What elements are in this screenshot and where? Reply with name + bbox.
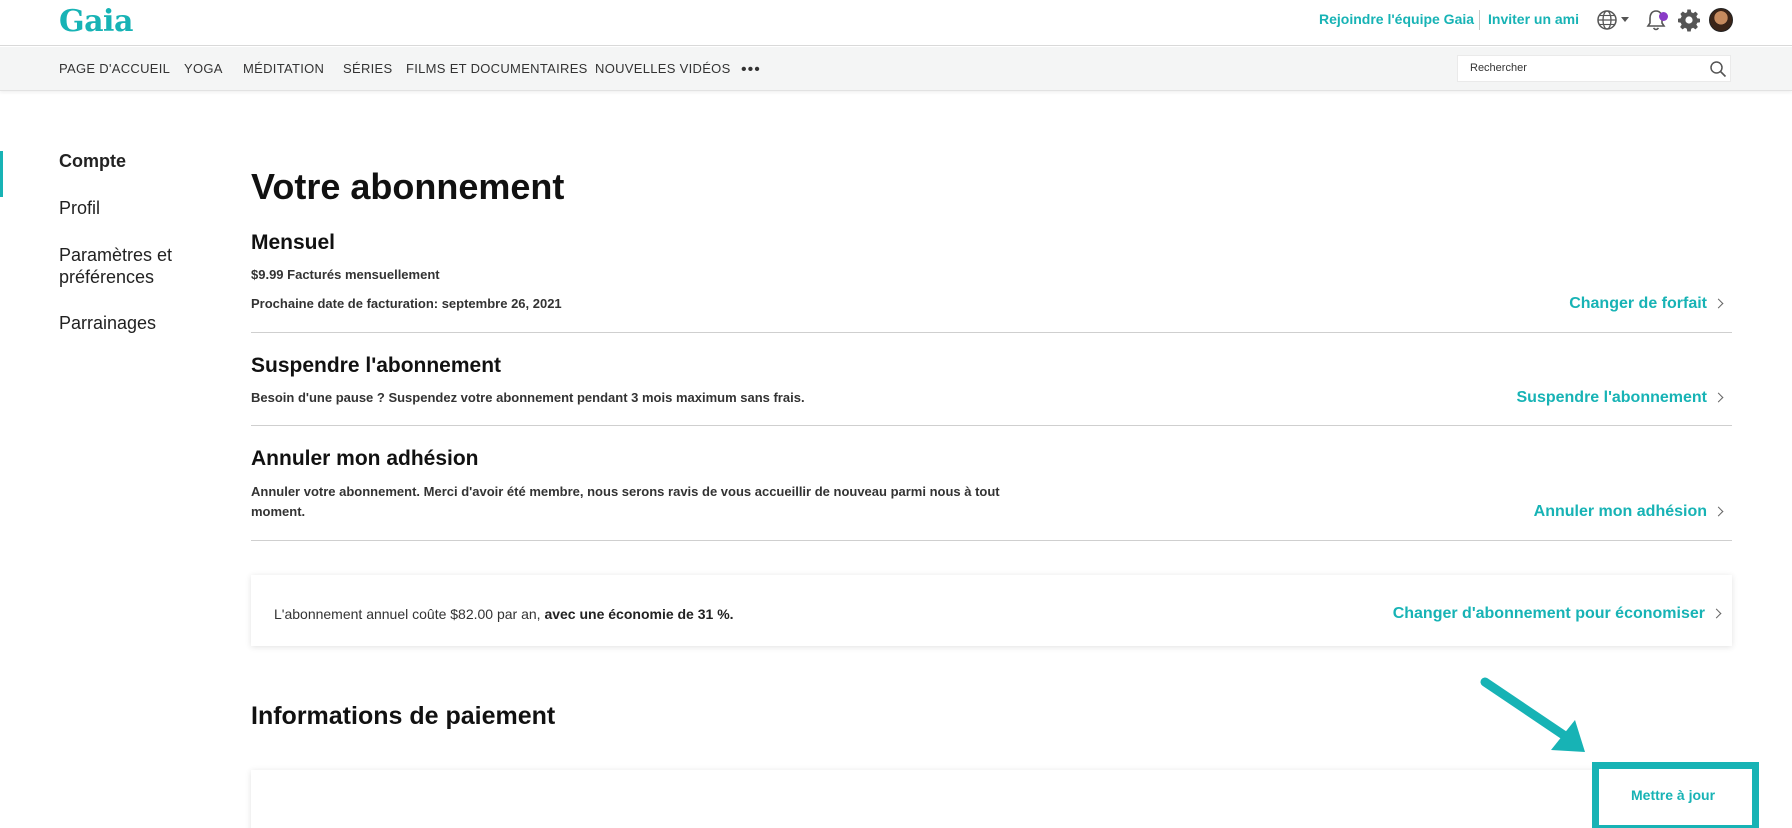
more-menu-icon[interactable]: •••	[741, 61, 761, 79]
annual-promo-card: L'abonnement annuel coûte $82.00 par an,…	[251, 575, 1732, 646]
search-box	[1457, 55, 1731, 82]
promo-text-bold: avec une économie de 31 %.	[544, 606, 734, 622]
chevron-right-icon	[1713, 392, 1724, 403]
plan-price: $9.99 Facturés mensuellement	[251, 267, 440, 282]
pause-description: Besoin d'une pause ? Suspendez votre abo…	[251, 390, 805, 405]
cancel-membership-link[interactable]: Annuler mon adhésion	[1533, 503, 1724, 521]
update-payment-button[interactable]: Mettre à jour	[1631, 787, 1715, 803]
gear-icon[interactable]	[1677, 8, 1701, 32]
notification-dot	[1659, 12, 1668, 21]
nav-item-series[interactable]: SÉRIES	[343, 61, 392, 76]
chevron-down-icon[interactable]	[1621, 17, 1629, 22]
nav-item-yoga[interactable]: YOGA	[184, 61, 223, 76]
chevron-right-icon	[1713, 506, 1724, 517]
search-icon[interactable]	[1709, 60, 1727, 78]
nav-item-meditation[interactable]: MÉDITATION	[243, 61, 324, 76]
globe-icon[interactable]	[1596, 9, 1618, 31]
sidebar-item-settings-line2[interactable]: préférences	[59, 266, 154, 288]
search-input[interactable]	[1470, 62, 1690, 74]
nav-item-new-videos[interactable]: NOUVELLES VIDÉOS	[595, 61, 731, 76]
change-plan-label: Changer de forfait	[1569, 295, 1707, 312]
main-nav: PAGE D'ACCUEIL YOGA MÉDITATION SÉRIES FI…	[0, 47, 1792, 91]
cancel-title: Annuler mon adhésion	[251, 447, 479, 470]
sidebar-item-settings[interactable]: Paramètres et	[59, 244, 172, 266]
plan-title: Mensuel	[251, 231, 336, 254]
page-title: Votre abonnement	[251, 166, 565, 207]
promo-text: L'abonnement annuel coûte $82.00 par an,…	[274, 606, 734, 622]
chevron-right-icon	[1713, 298, 1724, 309]
payment-card	[251, 770, 1732, 828]
pause-title: Suspendre l'abonnement	[251, 354, 502, 377]
sidebar-item-account[interactable]: Compte	[59, 150, 126, 172]
cancel-description-line1: Annuler votre abonnement. Merci d'avoir …	[251, 484, 1000, 499]
cancel-membership-label: Annuler mon adhésion	[1533, 503, 1707, 520]
nav-item-films[interactable]: FILMS ET DOCUMENTAIRES	[406, 61, 588, 76]
annotation-arrow-icon	[1480, 677, 1585, 752]
sidebar-item-referrals[interactable]: Parrainages	[59, 312, 156, 334]
promo-text-regular: L'abonnement annuel coûte $82.00 par an,	[274, 606, 541, 622]
gaia-logo[interactable]: Gaia	[59, 4, 133, 39]
payment-title: Informations de paiement	[251, 702, 556, 730]
divider	[251, 540, 1732, 541]
pause-subscription-label: Suspendre l'abonnement	[1516, 389, 1708, 406]
invite-friend-link[interactable]: Inviter un ami	[1488, 11, 1579, 27]
divider	[1479, 10, 1480, 30]
switch-annual-link[interactable]: Changer d'abonnement pour économiser	[1392, 605, 1722, 623]
nav-item-home[interactable]: PAGE D'ACCUEIL	[59, 61, 170, 76]
cancel-description-line2: moment.	[251, 504, 306, 519]
change-plan-link[interactable]: Changer de forfait	[1569, 295, 1724, 313]
chevron-right-icon	[1711, 608, 1722, 619]
sidebar-item-profile[interactable]: Profil	[59, 197, 100, 219]
divider	[251, 425, 1732, 426]
divider	[251, 332, 1732, 333]
top-bar: Gaia Rejoindre l'équipe Gaia Inviter un …	[0, 0, 1792, 46]
join-team-link[interactable]: Rejoindre l'équipe Gaia	[1319, 11, 1474, 27]
avatar[interactable]	[1709, 8, 1733, 32]
next-billing-date: Prochaine date de facturation: septembre…	[251, 296, 562, 311]
switch-annual-label: Changer d'abonnement pour économiser	[1392, 605, 1705, 622]
sidebar-active-indicator	[0, 151, 3, 197]
pause-subscription-link[interactable]: Suspendre l'abonnement	[1516, 389, 1724, 407]
